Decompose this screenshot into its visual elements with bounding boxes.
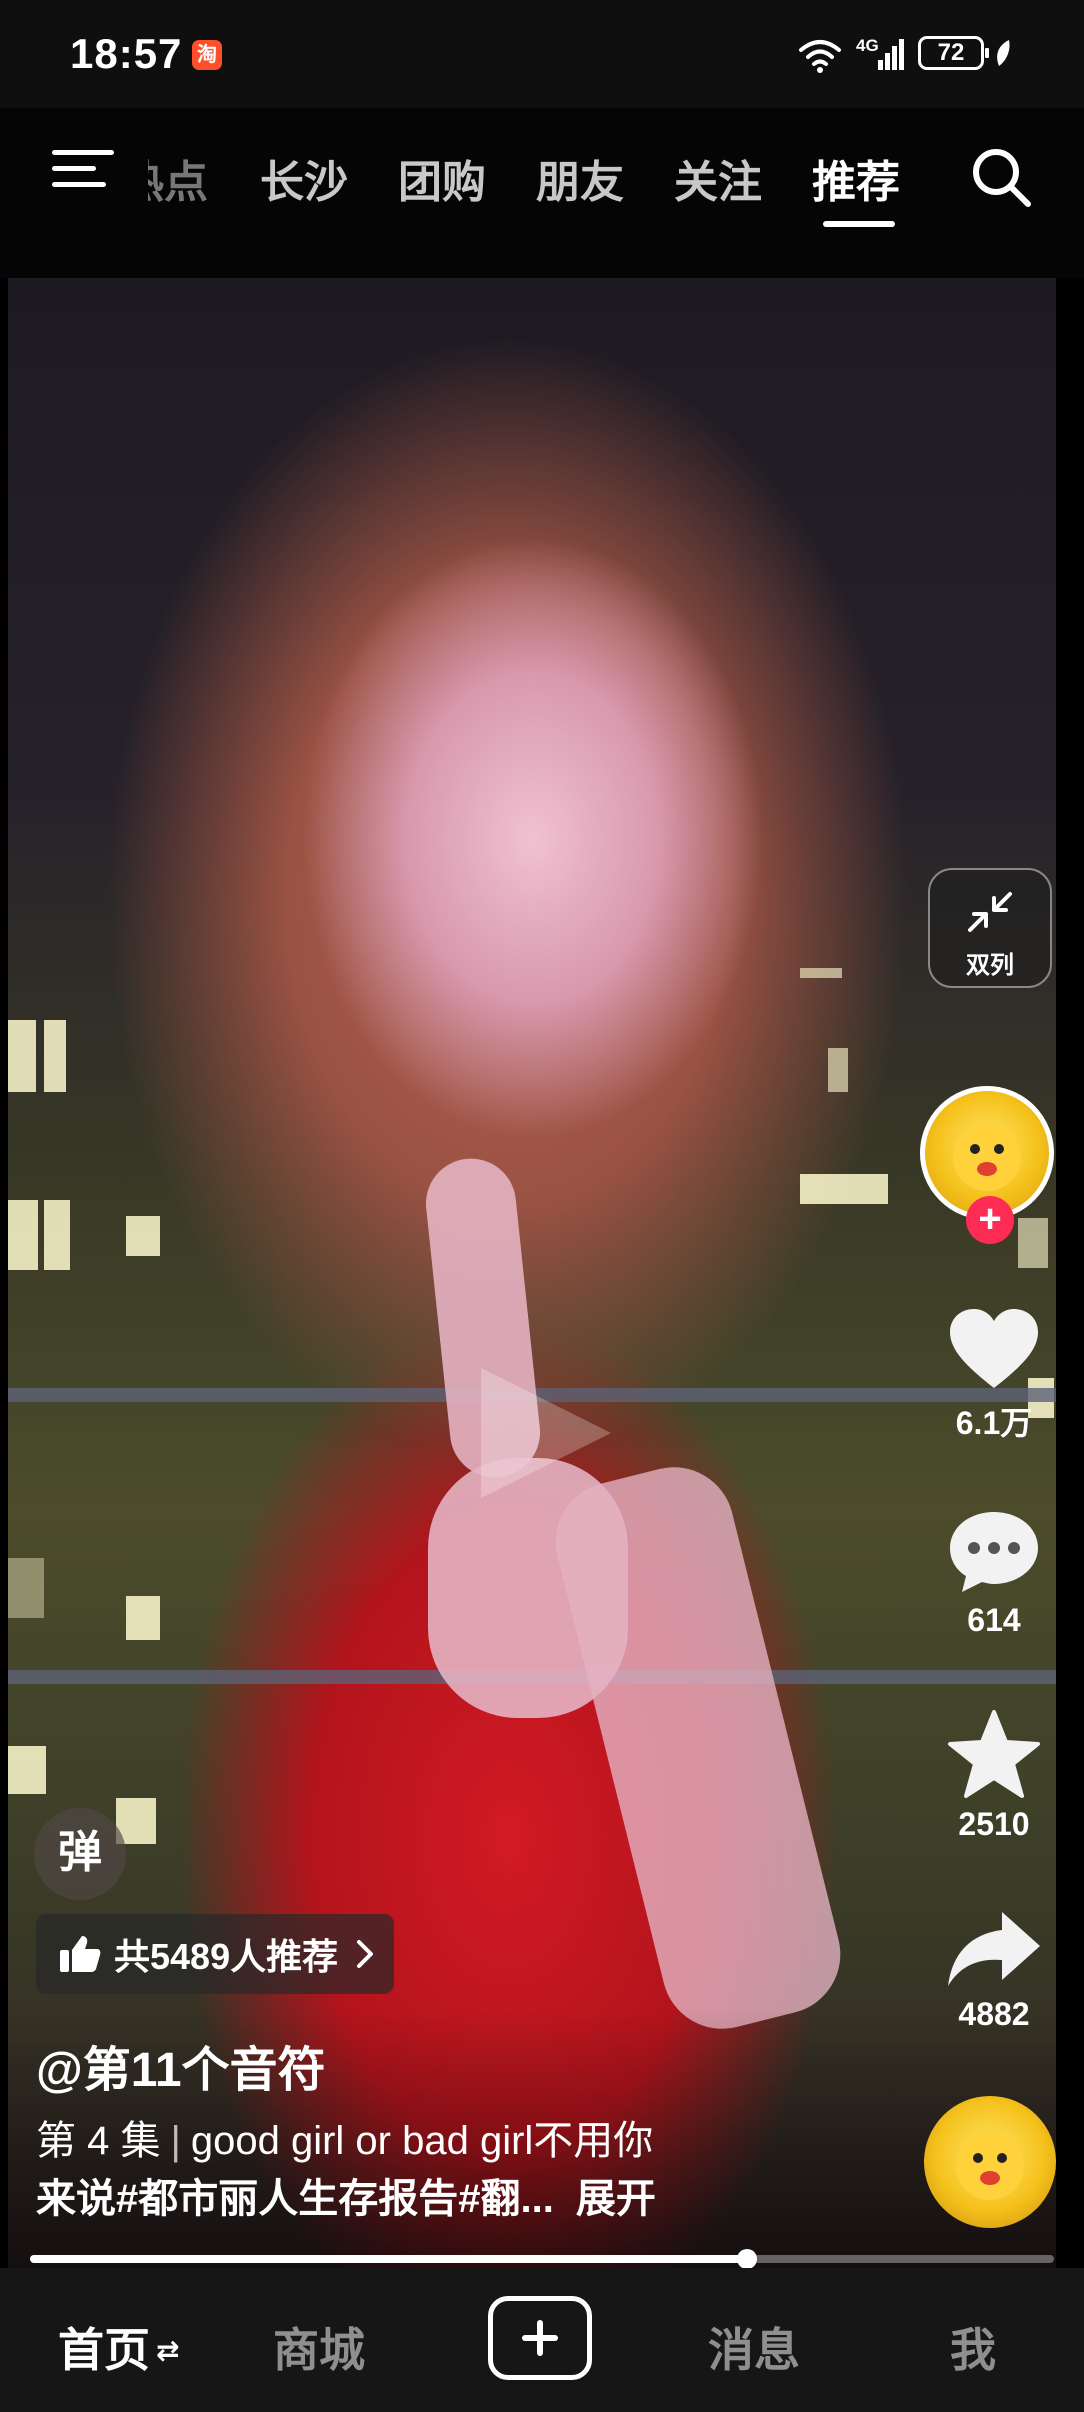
heart-icon <box>950 1309 1038 1388</box>
expand-button[interactable]: 展开 <box>576 2177 656 2221</box>
bottom-navigation: 首页 ⇄ 商城 消息 我 <box>0 2268 1084 2412</box>
tab-changsha[interactable]: 长沙 <box>260 146 348 210</box>
status-bar: 18:57 淘 4G 72 <box>0 0 1084 108</box>
wifi-icon <box>799 40 841 73</box>
search-icon[interactable] <box>968 144 1034 210</box>
dual-column-label: 双列 <box>966 952 1014 979</box>
author-name[interactable]: @第11个音符 <box>36 2030 326 2100</box>
tab-recommended[interactable]: 推荐 <box>812 146 900 210</box>
dual-column-button[interactable]: 双列 <box>928 868 1052 988</box>
chevron-right-icon <box>357 1940 374 1968</box>
video-progress-bar[interactable] <box>30 2249 1054 2269</box>
battery-indicator: 72 <box>918 36 989 70</box>
description-line-2: 来说#都市丽人生存报告#翻... <box>36 2177 554 2221</box>
favorite-button[interactable]: 2510 <box>930 1708 1058 1843</box>
music-disc[interactable] <box>924 2096 1056 2228</box>
comment-button[interactable]: 614 <box>930 1508 1058 1639</box>
menu-icon[interactable] <box>52 150 114 200</box>
share-arrow-icon <box>948 1912 1040 1986</box>
taobao-notification-icon: 淘 <box>192 40 222 70</box>
tab-hot[interactable]: 热点 <box>148 146 208 210</box>
music-cover-image <box>956 2132 1024 2200</box>
tab-group-buy[interactable]: 团购 <box>398 146 486 210</box>
nav-me[interactable]: 我 <box>950 2314 996 2380</box>
signal-icon <box>878 39 904 70</box>
video-description: 第 4 集 | good girl or bad girl不用你 来说#都市丽人生存… <box>36 2119 656 2221</box>
nav-messages[interactable]: 消息 <box>708 2314 800 2380</box>
create-post-button[interactable] <box>488 2296 592 2380</box>
recommend-count: 共5489人推荐 <box>114 1936 339 1977</box>
danmu-toggle-button[interactable]: 弹 <box>34 1808 126 1900</box>
follow-plus-button[interactable]: + <box>966 1196 1014 1244</box>
nav-home[interactable]: 首页 ⇄ <box>58 2314 179 2380</box>
nav-home-label: 首页 <box>58 2324 150 2376</box>
episode-label[interactable]: 第 4 集 <box>36 2119 160 2163</box>
comment-count: 614 <box>967 1602 1021 1638</box>
thumbs-up-icon <box>60 1936 101 1972</box>
status-time: 18:57 <box>70 30 183 77</box>
star-icon <box>948 1710 1040 1798</box>
nav-mall[interactable]: 商城 <box>273 2314 365 2380</box>
swap-arrows-icon: ⇄ <box>156 2335 180 2366</box>
active-tab-indicator <box>823 221 895 227</box>
like-count: 6.1万 <box>955 1405 1033 1441</box>
favorite-count: 2510 <box>958 1806 1030 1842</box>
power-saving-leaf-icon <box>997 40 1010 66</box>
tab-friends[interactable]: 朋友 <box>536 146 624 210</box>
play-icon <box>481 1368 611 1498</box>
share-count: 4882 <box>958 1996 1030 2032</box>
recommend-bar[interactable]: 共5489人推荐 <box>36 1914 395 1994</box>
description-line-1: good girl or bad girl不用你 <box>190 2119 654 2163</box>
top-navigation: 热点 长沙 团购 朋友 关注 推荐 <box>0 108 1084 278</box>
collapse-arrows-icon <box>968 892 1012 932</box>
like-button[interactable]: 6.1万 <box>930 1306 1058 1444</box>
tab-following[interactable]: 关注 <box>674 146 762 210</box>
progress-handle[interactable] <box>736 2249 757 2269</box>
comment-bubble-icon <box>950 1512 1038 1592</box>
share-button[interactable]: 4882 <box>930 1908 1058 2033</box>
progress-fill <box>30 2255 747 2263</box>
